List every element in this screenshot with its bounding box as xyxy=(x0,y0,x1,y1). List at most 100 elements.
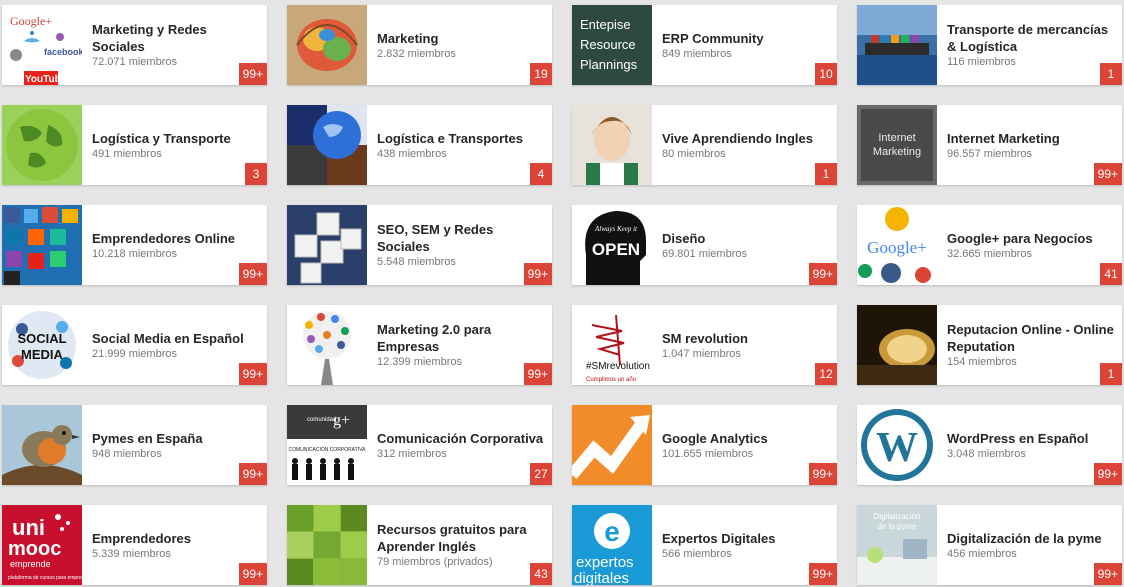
community-name: Vive Aprendiendo Ingles xyxy=(662,130,813,146)
community-name: Internet Marketing xyxy=(947,130,1060,146)
community-name: Digitalización de la pyme xyxy=(947,530,1102,546)
expertos-digitales-thumbnail: e expertos digitales xyxy=(572,505,652,585)
svg-text:de la pyme: de la pyme xyxy=(877,522,917,531)
community-name: Marketing 2.0 para Empresas xyxy=(377,322,492,354)
social-logos-thumbnail: Google+ facebook YouTube xyxy=(2,5,82,85)
community-info: Comunicación Corporativa 312 miembros xyxy=(377,405,544,485)
community-card-8[interactable]: Internet Marketing 99+ Internet Marketin… xyxy=(857,105,1122,185)
social-icons-thumbnail xyxy=(2,205,82,285)
community-card-17[interactable]: 99+ Pymes en España 948 miembros xyxy=(2,405,267,485)
community-info: Reputacion Online - Online Reputation 15… xyxy=(947,305,1114,385)
green-globe-thumbnail xyxy=(2,105,82,185)
cargo-ship-thumbnail xyxy=(857,5,937,85)
woman-portrait-thumbnail xyxy=(572,105,652,185)
community-card-7[interactable]: 1 Vive Aprendiendo Ingles 80 miembros xyxy=(572,105,837,185)
community-name: Expertos Digitales xyxy=(662,530,776,546)
community-info: Google Analytics 101.655 miembros xyxy=(662,405,829,485)
svg-text:Google+: Google+ xyxy=(867,238,927,257)
communities-grid: Google+ facebook YouTube 99+ Marketing y… xyxy=(0,0,1124,587)
community-card-12[interactable]: Google+ 41 Google+ para Negocios 32.665 … xyxy=(857,205,1122,285)
community-info: Transporte de mercancías & Logística 116… xyxy=(947,5,1114,85)
community-members: 21.999 miembros xyxy=(92,347,177,360)
cubes-thumbnail xyxy=(287,205,367,285)
community-name: Comunicación Corporativa xyxy=(377,430,544,446)
community-info: Pymes en España 948 miembros xyxy=(92,405,259,485)
pocket-watch-thumbnail xyxy=(857,305,937,385)
community-name: Logística e Transportes xyxy=(377,130,523,146)
community-name: ERP Community xyxy=(662,30,764,46)
community-card-15[interactable]: #SMrevolution Cumplimos un año 12 SM rev… xyxy=(572,305,837,385)
community-members: 32.665 miembros xyxy=(947,247,1032,260)
analytics-arrow-thumbnail xyxy=(572,405,652,485)
community-card-3[interactable]: Entepise Resource Plannings 10 ERP Commu… xyxy=(572,5,837,85)
community-members: 116 miembros xyxy=(947,56,1016,68)
community-card-4[interactable]: 1 Transporte de mercancías & Logística 1… xyxy=(857,5,1122,85)
community-card-16[interactable]: 1 Reputacion Online - Online Reputation … xyxy=(857,305,1122,385)
community-card-2[interactable]: 19 Marketing 2.832 miembros xyxy=(287,5,552,85)
community-card-24[interactable]: Digitalización de la pyme 99+ Digitaliza… xyxy=(857,505,1122,585)
svg-text:Cumplimos un año: Cumplimos un año xyxy=(586,377,637,383)
community-members: 5.548 miembros xyxy=(377,256,456,268)
svg-text:mooc: mooc xyxy=(8,538,61,560)
svg-text:Digitalización: Digitalización xyxy=(873,512,920,521)
community-name: Google+ para Negocios xyxy=(947,230,1093,246)
community-info: Expertos Digitales 566 miembros xyxy=(662,505,829,585)
community-name: WordPress en Español xyxy=(947,430,1089,446)
community-info: Recursos gratuitos para Aprender Inglés … xyxy=(377,505,544,585)
community-members: 1.047 miembros xyxy=(662,347,741,360)
community-name: Emprendedores xyxy=(92,530,191,546)
erp-text-thumbnail: Entepise Resource Plannings xyxy=(572,5,652,85)
community-card-10[interactable]: 99+ SEO, SEM y Redes Sociales 5.548 miem… xyxy=(287,205,552,285)
google-plus-thumbnail: Google+ xyxy=(857,205,937,285)
community-members: 2.832 miembros xyxy=(377,47,456,60)
community-name: Marketing xyxy=(377,30,439,46)
community-members: 101.655 miembros xyxy=(662,447,754,460)
svg-text:Entepise: Entepise xyxy=(580,17,631,32)
community-card-11[interactable]: Always Keep it OPEN 99+ Diseño 69.801 mi… xyxy=(572,205,837,285)
community-card-5[interactable]: 3 Logística y Transporte 491 miembros xyxy=(2,105,267,185)
community-card-21[interactable]: uni mooc emprende plataforma de cursos p… xyxy=(2,505,267,585)
community-members: 438 miembros xyxy=(377,147,447,160)
community-card-14[interactable]: 99+ Marketing 2.0 para Empresas 12.399 m… xyxy=(287,305,552,385)
community-members: 456 miembros xyxy=(947,547,1017,560)
community-card-23[interactable]: e expertos digitales 99+ Expertos Digita… xyxy=(572,505,837,585)
svg-text:SOCIAL: SOCIAL xyxy=(17,331,66,346)
community-card-19[interactable]: 99+ Google Analytics 101.655 miembros xyxy=(572,405,837,485)
community-name: SEO, SEM y Redes Sociales xyxy=(377,222,494,254)
community-info: SM revolution 1.047 miembros xyxy=(662,305,829,385)
community-members: 79 miembros (privados) xyxy=(377,556,493,568)
community-members: 154 miembros xyxy=(947,356,1017,368)
community-card-9[interactable]: 99+ Emprendedores Online 10.218 miembros xyxy=(2,205,267,285)
community-info: Marketing 2.832 miembros xyxy=(377,5,544,85)
svg-text:W: W xyxy=(876,425,918,471)
community-info: WordPress en Español 3.048 miembros xyxy=(947,405,1114,485)
community-info: Social Media en Español 21.999 miembros xyxy=(92,305,259,385)
svg-text:comunidad: comunidad xyxy=(307,417,336,423)
community-card-20[interactable]: W 99+ WordPress en Español 3.048 miembro… xyxy=(857,405,1122,485)
community-members: 566 miembros xyxy=(662,547,732,560)
robin-bird-thumbnail xyxy=(2,405,82,485)
svg-text:OPEN: OPEN xyxy=(592,240,640,259)
community-members: 491 miembros xyxy=(92,147,162,160)
svg-text:Resource: Resource xyxy=(580,37,636,52)
svg-text:g+: g+ xyxy=(333,412,350,429)
community-card-13[interactable]: SOCIAL MEDIA 99+ Social Media en Español… xyxy=(2,305,267,385)
community-card-6[interactable]: 4 Logística e Transportes 438 miembros xyxy=(287,105,552,185)
community-members: 849 miembros xyxy=(662,47,732,60)
community-info: Diseño 69.801 miembros xyxy=(662,205,829,285)
svg-text:Always Keep it: Always Keep it xyxy=(594,225,638,233)
community-members: 3.048 miembros xyxy=(947,447,1026,460)
community-name: Recursos gratuitos para Aprender Inglés xyxy=(377,522,527,554)
unimooc-thumbnail: uni mooc emprende plataforma de cursos p… xyxy=(2,505,82,585)
community-card-22[interactable]: 43 Recursos gratuitos para Aprender Ingl… xyxy=(287,505,552,585)
svg-text:uni: uni xyxy=(12,515,45,540)
community-name: Pymes en España xyxy=(92,430,203,446)
social-media-ball-thumbnail: SOCIAL MEDIA xyxy=(2,305,82,385)
sm-revolution-thumbnail: #SMrevolution Cumplimos un año xyxy=(572,305,652,385)
community-card-18[interactable]: comunidad g+ COMUNICACIÓN CORPORATIVA 27… xyxy=(287,405,552,485)
community-members: 948 miembros xyxy=(92,447,162,460)
community-members: 69.801 miembros xyxy=(662,247,747,260)
svg-text:plataforma de cursos para empr: plataforma de cursos para emprendedores xyxy=(8,575,82,581)
community-info: Vive Aprendiendo Ingles 80 miembros xyxy=(662,105,829,185)
community-card-1[interactable]: Google+ facebook YouTube 99+ Marketing y… xyxy=(2,5,267,85)
